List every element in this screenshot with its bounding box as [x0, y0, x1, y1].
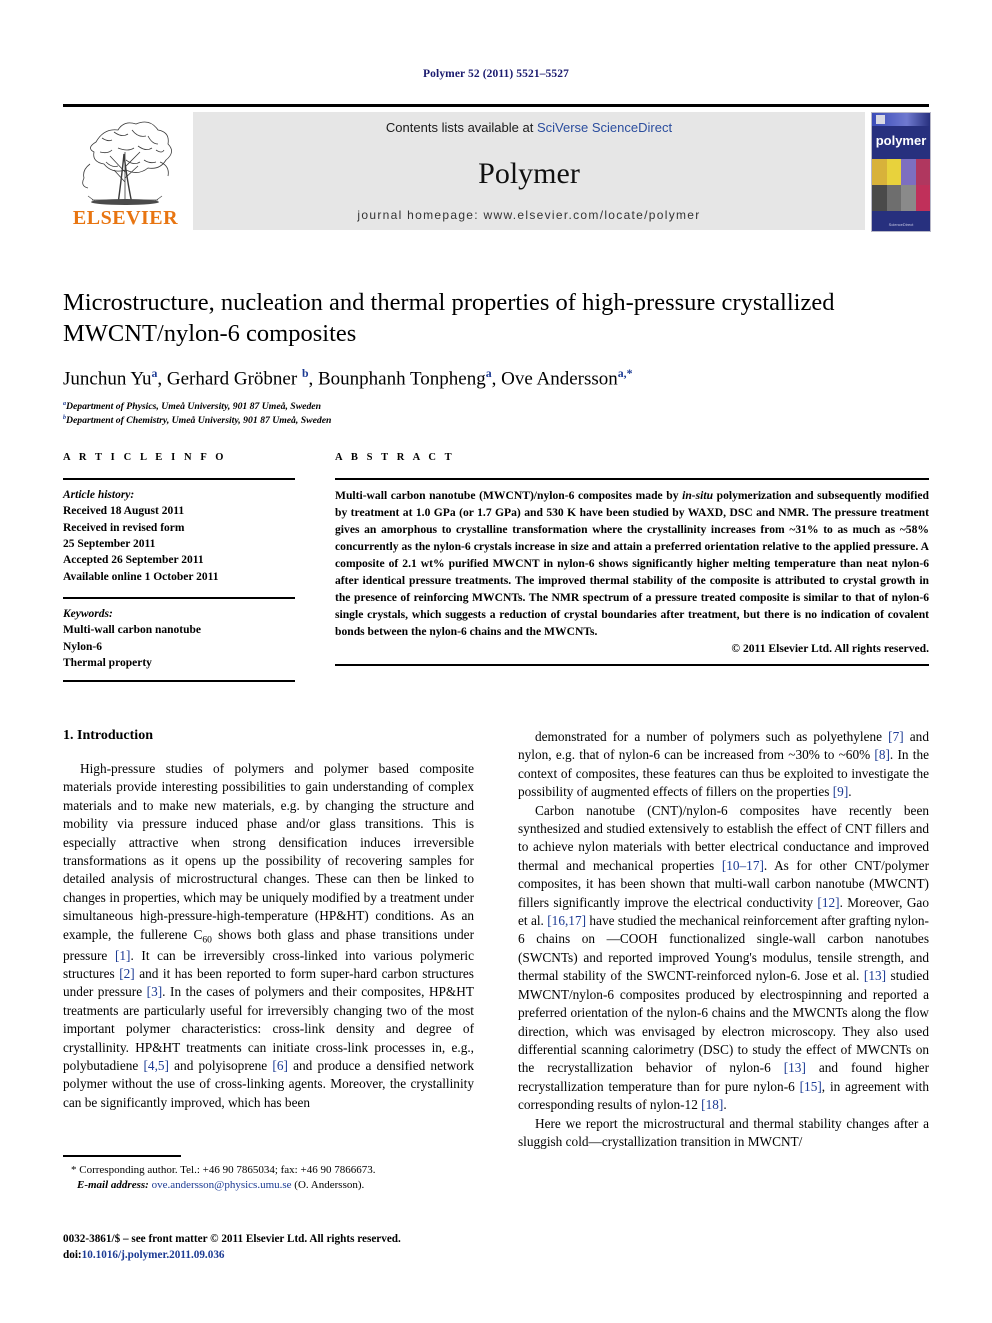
issn-front-matter: 0032-3861/$ – see front matter © 2011 El… — [63, 1233, 401, 1245]
footnote-email-line: E-mail address: ove.andersson@physics.um… — [63, 1178, 474, 1194]
info-rule-top — [63, 478, 295, 480]
affiliation-list: aDepartment of Physics, Umeå University,… — [63, 400, 929, 428]
footnote-corresponding-line: * Corresponding author. Tel.: +46 90 786… — [71, 1163, 376, 1176]
affiliation-a: aDepartment of Physics, Umeå University,… — [63, 400, 929, 414]
history-line-3: Accepted 26 September 2011 — [63, 554, 204, 567]
elsevier-wordmark: ELSEVIER — [72, 207, 179, 229]
masthead-top-rule — [63, 104, 929, 107]
doi-link[interactable]: 10.1016/j.polymer.2011.09.036 — [82, 1249, 225, 1261]
affiliation-text-a: Department of Physics, Umeå University, … — [66, 401, 321, 413]
article-body: 1. Introduction High-pressure studies of… — [63, 728, 929, 1198]
cover-image-mosaic — [872, 159, 930, 211]
author-list: Junchun Yua, Gerhard Gröbner b, Bounphan… — [63, 366, 633, 390]
paper-page: Polymer 52 (2011) 5521–5527 ELSEVIER Con… — [0, 0, 992, 1323]
keywords-label: Keywords: — [63, 607, 113, 620]
abstract-rule-top — [335, 478, 929, 480]
history-line-0: Received 18 August 2011 — [63, 505, 185, 518]
journal-title: Polymer — [478, 157, 580, 190]
footnote-rule — [63, 1155, 181, 1157]
cover-corner-mark — [876, 115, 885, 124]
paragraph-left-0: High-pressure studies of polymers and po… — [63, 761, 475, 1110]
info-rule-mid — [63, 596, 295, 599]
contents-prefix: Contents lists available at — [385, 120, 537, 135]
copyright-line: © 2011 Elsevier Ltd. All rights reserved… — [731, 642, 929, 656]
abstract-column: Multi-wall carbon nanotube (MWCNT)/nylon… — [335, 478, 929, 667]
elsevier-logo: ELSEVIER — [63, 112, 188, 230]
running-head: Polymer 52 (2011) 5521–5527 — [423, 68, 569, 80]
masthead-panel: Contents lists available at SciVerse Sci… — [193, 112, 865, 230]
history-line-1: Received in revised form — [63, 521, 185, 534]
elsevier-tree-icon — [66, 112, 184, 207]
page-title: Microstructure, nucleation and thermal p… — [63, 289, 835, 347]
body-column-right: demonstrated for a number of polymers su… — [518, 728, 929, 1151]
contents-available-line: Contents lists available at SciVerse Sci… — [193, 120, 865, 135]
paragraph-right-2: Here we report the microstructural and t… — [518, 1115, 929, 1149]
journal-masthead: ELSEVIER Contents lists available at Sci… — [63, 104, 931, 232]
affiliation-b: bDepartment of Chemistry, Umeå Universit… — [63, 414, 929, 428]
info-abstract-headers: A R T I C L E I N F O A B S T R A C T — [63, 452, 929, 478]
article-info-column: Article history: Received 18 August 2011… — [63, 478, 295, 683]
keyword-1: Nylon-6 — [63, 640, 102, 653]
abstract-heading: A B S T R A C T — [335, 452, 455, 463]
keyword-2: Thermal property — [63, 656, 152, 669]
journal-cover-thumbnail[interactable]: polymer ScienceDirect — [871, 112, 931, 232]
imprint-block: 0032-3861/$ – see front matter © 2011 El… — [63, 1232, 583, 1264]
paragraph-right-1: Carbon nanotube (CNT)/nylon-6 composites… — [518, 802, 930, 1113]
doi-line: doi:10.1016/j.polymer.2011.09.036 — [63, 1248, 583, 1264]
corresponding-author-footnote: * Corresponding author. Tel.: +46 90 786… — [63, 1155, 474, 1194]
sciencedirect-link[interactable]: SciVerse ScienceDirect — [537, 120, 672, 135]
abstract-text: Multi-wall carbon nanotube (MWCNT)/nylon… — [335, 489, 929, 639]
title-block: Microstructure, nucleation and thermal p… — [63, 288, 929, 428]
info-abstract-block: A R T I C L E I N F O A B S T R A C T Ar… — [63, 452, 929, 683]
journal-homepage[interactable]: journal homepage: www.elsevier.com/locat… — [193, 208, 865, 222]
history-line-4: Available online 1 October 2011 — [63, 570, 219, 583]
email-address-label: E-mail address: — [77, 1179, 149, 1192]
article-info-heading: A R T I C L E I N F O — [63, 452, 227, 463]
cover-footer-text: ScienceDirect — [888, 222, 914, 227]
paragraph-right-0: demonstrated for a number of polymers su… — [518, 729, 929, 800]
info-rule-bottom — [63, 680, 295, 683]
affiliation-text-b: Department of Chemistry, Umeå University… — [66, 415, 332, 427]
article-history-label: Article history: — [63, 489, 135, 501]
email-link[interactable]: ove.andersson@physics.umu.se — [152, 1179, 292, 1191]
section-heading-introduction: 1. Introduction — [63, 728, 153, 743]
history-line-2: 25 September 2011 — [63, 537, 156, 550]
body-column-left: 1. Introduction High-pressure studies of… — [63, 728, 474, 1112]
abstract-rule-bottom — [335, 664, 929, 667]
cover-wordmark: polymer — [875, 133, 927, 148]
doi-label: doi: — [63, 1248, 82, 1261]
email-owner: (O. Andersson). — [294, 1179, 365, 1192]
keyword-0: Multi-wall carbon nanotube — [63, 624, 202, 637]
